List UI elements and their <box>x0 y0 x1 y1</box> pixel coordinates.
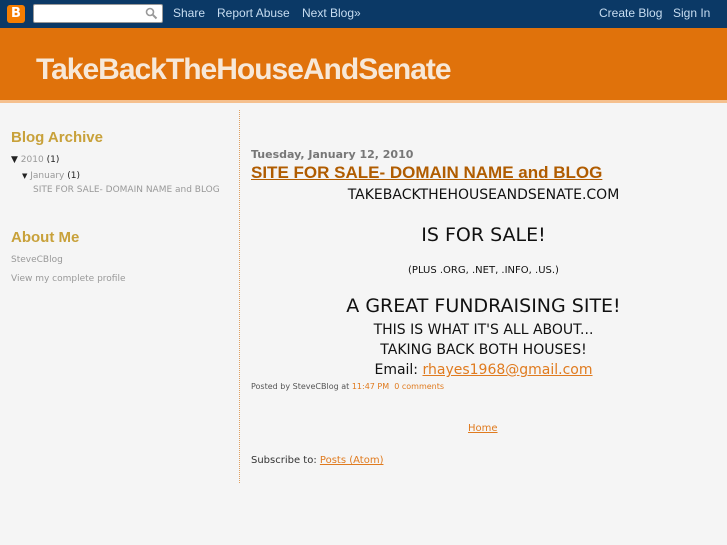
archive-year-link[interactable]: 2010 <box>21 155 44 165</box>
archive-post-link[interactable]: SITE FOR SALE- DOMAIN NAME and BLOG <box>33 185 220 195</box>
report-abuse-link[interactable]: Report Abuse <box>217 6 290 20</box>
archive-month-count: (1) <box>67 171 81 181</box>
about-line: THIS IS WHAT IT'S ALL ABOUT... <box>373 322 594 338</box>
blog-title[interactable]: TakeBackTheHouseAndSenate <box>36 53 452 87</box>
archive-year: ▼ 2010 (1) <box>11 155 59 165</box>
post-time-link[interactable]: 11:47 PM <box>352 382 389 391</box>
domain-line: TAKEBACKTHEHOUSEANDSENATE.COM <box>347 187 620 203</box>
about-me-heading: About Me <box>11 229 80 246</box>
posts-atom-link[interactable]: Posts (Atom) <box>320 455 384 466</box>
fundraising-line: A GREAT FUNDRAISING SITE! <box>346 295 621 317</box>
collapse-toggle-icon[interactable]: ▼ <box>22 172 27 180</box>
collapse-toggle-icon[interactable]: ▼ <box>11 155 18 165</box>
profile-name-link[interactable]: SteveCBlog <box>11 255 63 265</box>
posted-by-text: Posted by SteveCBlog at <box>251 382 352 391</box>
home-link[interactable]: Home <box>468 423 498 434</box>
blog-archive-heading: Blog Archive <box>11 129 103 146</box>
archive-month: ▼ January (1) <box>22 171 80 181</box>
archive-month-link[interactable]: January <box>30 171 64 181</box>
view-profile-link[interactable]: View my complete profile <box>11 274 126 284</box>
post-footer: Posted by SteveCBlog at 11:47 PM 0 comme… <box>251 382 444 391</box>
blog-header: TakeBackTheHouseAndSenate <box>0 28 727 103</box>
variants-line: (PLUS .ORG, .NET, .INFO, .US.) <box>408 265 559 276</box>
search-icon[interactable] <box>145 7 158 20</box>
comments-link[interactable]: 0 comments <box>394 382 444 391</box>
post-title-link[interactable]: SITE FOR SALE- DOMAIN NAME and BLOG <box>251 163 602 183</box>
blogger-navbar: B Share Report Abuse Next Blog» Create B… <box>0 0 727 28</box>
column-divider <box>239 110 240 483</box>
email-link[interactable]: rhayes1968@gmail.com <box>422 362 592 378</box>
create-blog-link[interactable]: Create Blog <box>599 6 662 20</box>
search-box <box>33 4 163 26</box>
email-label: Email: <box>374 362 423 378</box>
taking-back-line: TAKING BACK BOTH HOUSES! <box>380 342 587 358</box>
for-sale-line: IS FOR SALE! <box>421 224 546 246</box>
archive-year-count: (1) <box>46 155 60 165</box>
subscribe-line: Subscribe to: Posts (Atom) <box>251 455 383 466</box>
search-input[interactable] <box>34 8 144 26</box>
email-line: Email: rhayes1968@gmail.com <box>251 362 716 378</box>
share-link[interactable]: Share <box>173 6 205 20</box>
next-blog-link[interactable]: Next Blog» <box>302 6 361 20</box>
post-date: Tuesday, January 12, 2010 <box>251 148 414 161</box>
sign-in-link[interactable]: Sign In <box>673 6 710 20</box>
subscribe-label: Subscribe to: <box>251 455 320 466</box>
blogger-logo-icon[interactable]: B <box>7 5 25 23</box>
